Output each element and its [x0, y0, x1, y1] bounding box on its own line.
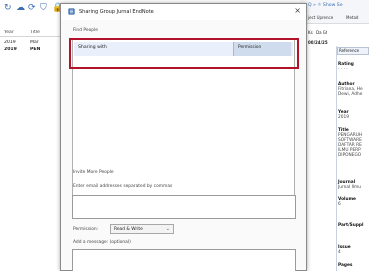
- cloud-icon[interactable]: ☁: [16, 4, 25, 13]
- chevron-down-icon: ⌄: [165, 226, 170, 232]
- endnote-app-icon: [68, 8, 75, 15]
- ref-field-author: Author Fitriana, He Dewi, Adhe: [338, 82, 363, 97]
- refresh-icon[interactable]: ⟳: [28, 4, 36, 13]
- permission-label: Permission:: [73, 227, 99, 232]
- tab-reference[interactable]: rence: [322, 15, 333, 20]
- permission-select-value: Read & Write: [114, 227, 143, 232]
- column-header-date[interactable]: Da Gt: [316, 30, 327, 35]
- ref-field-part-supplement: Part/Suppl: [338, 223, 364, 228]
- right-tabs: ject Up rence Metad: [300, 13, 369, 22]
- sync-icon[interactable]: ↻: [4, 4, 12, 13]
- tab-reference-panel[interactable]: Reference: [337, 47, 369, 55]
- tab-metadata[interactable]: Metad: [346, 15, 358, 20]
- ref-field-pages: Pages: [338, 263, 353, 268]
- dialog-title-bar[interactable]: Sharing Group Jurnal EndNote ×: [61, 4, 306, 20]
- ref-field-issue: Issue 4: [338, 245, 351, 255]
- row-year: 2019: [4, 40, 16, 45]
- red-highlight-box: [69, 38, 299, 69]
- sharing-dialog: Sharing Group Jurnal EndNote × Find Peop…: [60, 3, 307, 271]
- row-title: Mar: [30, 40, 39, 45]
- ref-field-title: Title PENGARUH SOFTWARE DAFTAR RE ILMU P…: [338, 128, 363, 158]
- permission-select[interactable]: Read & Write ⌄: [110, 224, 174, 234]
- tab-ject-up[interactable]: ject Up: [308, 15, 322, 20]
- email-addresses-label: Enter email addresses separated by comma…: [73, 184, 173, 189]
- find-people-label: Find People: [73, 28, 98, 33]
- ref-field-journal: Journal Jurnal Ilmu: [338, 180, 361, 190]
- show-search-control[interactable]: Q » ☼ Show Se: [308, 3, 343, 8]
- row-title: PEN: [30, 47, 41, 52]
- message-label: Add a message: (optional): [73, 240, 131, 245]
- column-header-title[interactable]: Title: [30, 30, 40, 35]
- invite-more-people-label: Invite More People: [73, 170, 114, 175]
- message-field[interactable]: [72, 249, 296, 271]
- row-year: 2019: [4, 47, 17, 52]
- close-icon[interactable]: ×: [294, 6, 301, 16]
- group-icon[interactable]: ⛉: [40, 4, 47, 13]
- row-date-value: 00/24/25: [308, 40, 328, 45]
- email-field[interactable]: [72, 195, 296, 219]
- library-header: Year Title: [0, 28, 60, 37]
- ref-field-year: Year 2019: [338, 110, 349, 120]
- ref-field-rating: Rating · · · ·: [338, 62, 354, 72]
- dialog-title: Sharing Group Jurnal EndNote: [79, 9, 154, 15]
- column-header-ks[interactable]: Ks: [308, 30, 313, 35]
- column-header-year[interactable]: Year: [4, 30, 14, 35]
- ref-field-volume: Volume 6: [338, 197, 356, 207]
- reference-pane: [336, 46, 369, 271]
